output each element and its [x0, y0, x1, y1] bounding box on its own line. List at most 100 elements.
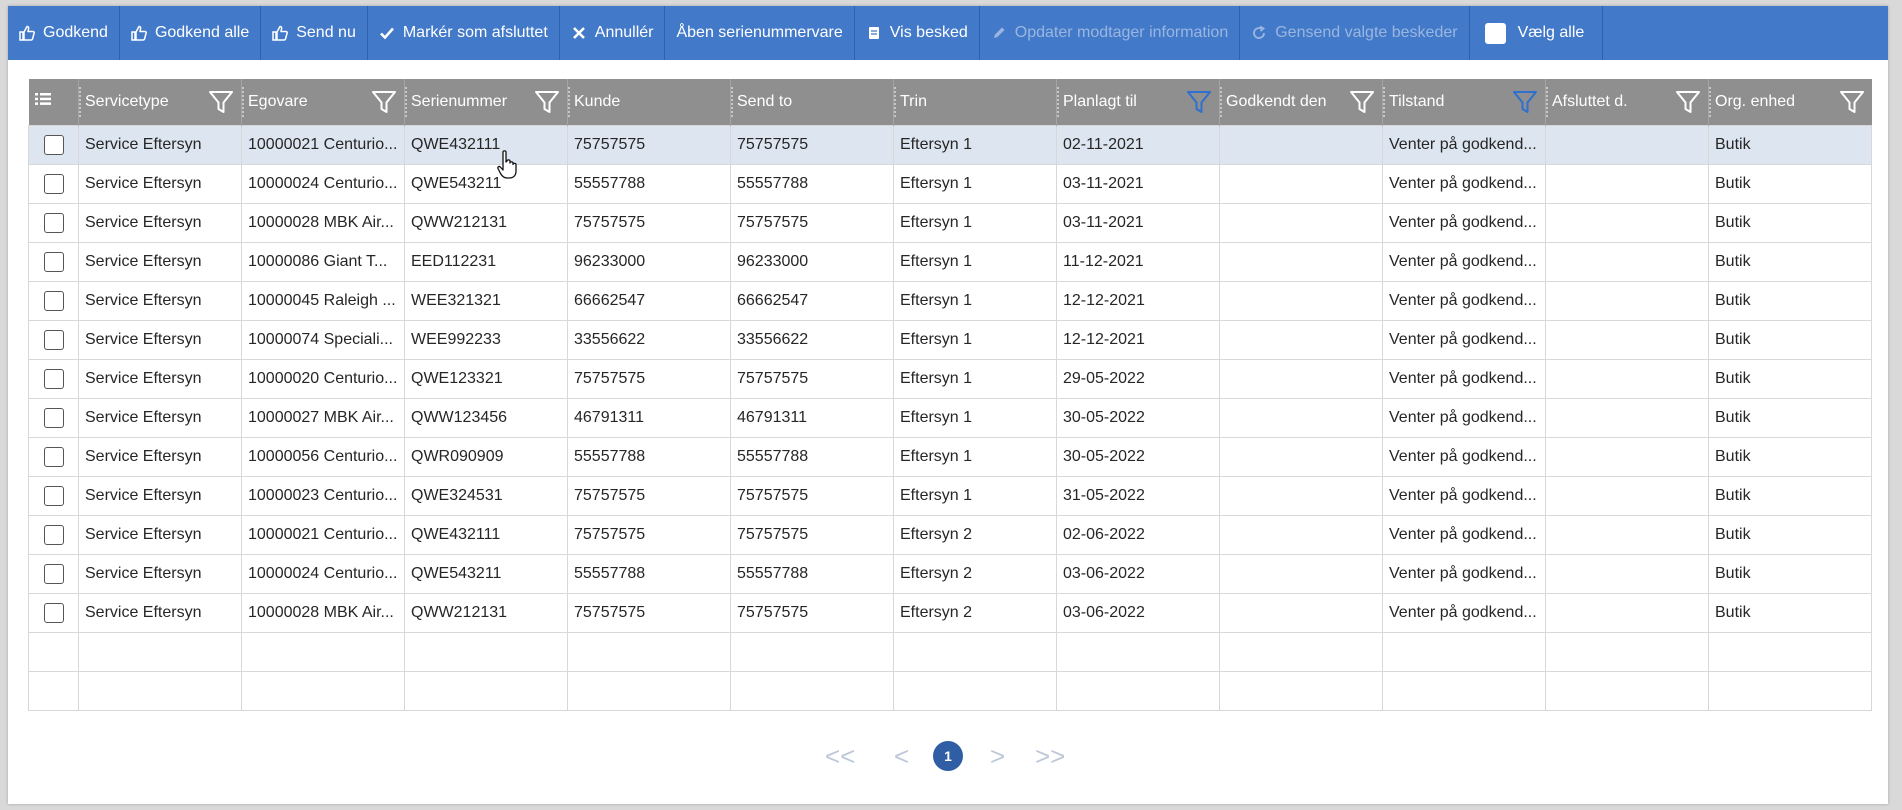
row-checkbox[interactable]: [43, 407, 64, 428]
row-select-cell[interactable]: [28, 358, 79, 399]
prev-page-button[interactable]: <: [894, 741, 909, 771]
table-row[interactable]: Service Eftersyn 10000056 Centurio... QWR0…: [28, 436, 1872, 477]
row-select-cell[interactable]: [28, 163, 79, 204]
column-header-serienummer[interactable]: Serienummer: [404, 79, 568, 125]
mark-r-som-afsluttet-button[interactable]: Markér som afsluttet: [368, 6, 560, 60]
first-page-button[interactable]: <<: [825, 741, 855, 771]
column-header-org-enhed[interactable]: Org. enhed: [1708, 79, 1872, 125]
row-checkbox[interactable]: [43, 329, 64, 350]
row-select-cell[interactable]: [28, 436, 79, 477]
table-row[interactable]: Service Eftersyn 10000086 Giant T... EED11…: [28, 241, 1872, 282]
row-checkbox[interactable]: [43, 368, 64, 389]
column-resize-handle[interactable]: [79, 87, 81, 117]
vis-besked-button[interactable]: Vis besked: [855, 6, 980, 60]
table-row[interactable]: Service Eftersyn 10000024 Centurio... QWE5…: [28, 553, 1872, 594]
row-select-cell[interactable]: [28, 280, 79, 321]
row-select-cell[interactable]: [28, 514, 79, 555]
last-page-button[interactable]: >>: [1035, 741, 1065, 771]
row-checkbox[interactable]: [43, 173, 64, 194]
list-icon[interactable]: [34, 92, 51, 106]
row-select-cell[interactable]: [28, 553, 79, 594]
table-cell: 96233000: [567, 241, 731, 282]
table-row[interactable]: Service Eftersyn 10000027 MBK Air... QWW12…: [28, 397, 1872, 438]
row-select-cell[interactable]: [28, 592, 79, 633]
filter-icon[interactable]: [371, 89, 397, 115]
select-all-checkbox[interactable]: Vælg alle: [1470, 6, 1604, 60]
row-checkbox[interactable]: [43, 602, 64, 623]
column-resize-handle[interactable]: [894, 87, 896, 117]
empty-cell: [28, 670, 79, 711]
row-select-cell[interactable]: [28, 475, 79, 516]
row-checkbox[interactable]: [43, 485, 64, 506]
column-chooser[interactable]: [28, 79, 79, 125]
next-page-button[interactable]: >: [990, 741, 1005, 771]
filter-icon[interactable]: [1839, 89, 1865, 115]
table-cell: Eftersyn 2: [893, 553, 1057, 594]
table-cell: [1545, 592, 1709, 633]
column-header-tilstand[interactable]: Tilstand: [1382, 79, 1546, 125]
row-select-cell[interactable]: [28, 241, 79, 282]
row-select-cell[interactable]: [28, 319, 79, 360]
row-select-cell[interactable]: [28, 202, 79, 243]
table-row[interactable]: Service Eftersyn 10000028 MBK Air... QWW21…: [28, 202, 1872, 243]
row-select-cell[interactable]: [28, 124, 79, 165]
column-resize-handle[interactable]: [1709, 87, 1711, 117]
åben-serienummervare-button[interactable]: Åben serienummervare: [665, 6, 855, 60]
column-resize-handle[interactable]: [731, 87, 733, 117]
empty-cell: [893, 670, 1057, 711]
column-header-egovare[interactable]: Egovare: [241, 79, 405, 125]
table-cell: 03-11-2021: [1056, 202, 1220, 243]
empty-cell: [1219, 631, 1383, 672]
row-select-cell[interactable]: [28, 397, 79, 438]
column-header-afsluttet-d[interactable]: Afsluttet d.: [1545, 79, 1709, 125]
column-header-trin[interactable]: Trin: [893, 79, 1057, 125]
annull-r-button[interactable]: Annullér: [560, 6, 666, 60]
send-nu-button[interactable]: Send nu: [261, 6, 368, 60]
table-cell: 02-11-2021: [1056, 124, 1220, 165]
filter-icon[interactable]: [1186, 89, 1212, 115]
table-cell: Service Eftersyn: [78, 514, 242, 555]
filter-icon[interactable]: [208, 89, 234, 115]
table-row[interactable]: Service Eftersyn 10000021 Centurio... QWE4…: [28, 124, 1872, 165]
table-row[interactable]: Service Eftersyn 10000023 Centurio... QWE3…: [28, 475, 1872, 516]
column-resize-handle[interactable]: [242, 87, 244, 117]
column-resize-handle[interactable]: [405, 87, 407, 117]
column-header-kunde[interactable]: Kunde: [567, 79, 731, 125]
row-checkbox[interactable]: [43, 251, 64, 272]
filter-icon[interactable]: [1349, 89, 1375, 115]
column-header-send-to[interactable]: Send to: [730, 79, 894, 125]
row-checkbox[interactable]: [43, 134, 64, 155]
column-resize-handle[interactable]: [1220, 87, 1222, 117]
column-header-planlagt-til[interactable]: Planlagt til: [1056, 79, 1220, 125]
table-cell: [1219, 124, 1383, 165]
godkend-alle-button[interactable]: Godkend alle: [120, 6, 262, 60]
table-row[interactable]: Service Eftersyn 10000074 Speciali... WEE9…: [28, 319, 1872, 360]
row-checkbox[interactable]: [43, 563, 64, 584]
row-checkbox[interactable]: [43, 212, 64, 233]
column-header-godkendt-den[interactable]: Godkendt den: [1219, 79, 1383, 125]
row-checkbox[interactable]: [43, 524, 64, 545]
table-row[interactable]: Service Eftersyn 10000045 Raleigh ... WEE3…: [28, 280, 1872, 321]
filter-icon[interactable]: [534, 89, 560, 115]
column-resize-handle[interactable]: [1057, 87, 1059, 117]
table-row[interactable]: Service Eftersyn 10000021 Centurio... QWE4…: [28, 514, 1872, 555]
row-checkbox[interactable]: [43, 290, 64, 311]
empty-row: [28, 631, 1872, 672]
table-row[interactable]: Service Eftersyn 10000020 Centurio... QWE1…: [28, 358, 1872, 399]
column-resize-handle[interactable]: [1383, 87, 1385, 117]
table-row[interactable]: Service Eftersyn 10000024 Centurio... QWE5…: [28, 163, 1872, 204]
page-1-button[interactable]: 1: [933, 741, 963, 771]
opdater-modtager-information-label: Opdater modtager information: [1014, 24, 1229, 41]
table-cell: Service Eftersyn: [78, 592, 242, 633]
column-resize-handle[interactable]: [1546, 87, 1548, 117]
column-header-servicetype[interactable]: Servicetype: [78, 79, 242, 125]
filter-icon[interactable]: [1675, 89, 1701, 115]
row-checkbox[interactable]: [43, 446, 64, 467]
godkend-button[interactable]: Godkend: [8, 6, 120, 60]
table-cell: 75757575: [730, 202, 894, 243]
select-all-box[interactable]: [1484, 22, 1506, 44]
table-cell: [1219, 163, 1383, 204]
filter-icon[interactable]: [1512, 89, 1538, 115]
column-resize-handle[interactable]: [568, 87, 570, 117]
table-row[interactable]: Service Eftersyn 10000028 MBK Air... QWW21…: [28, 592, 1872, 633]
